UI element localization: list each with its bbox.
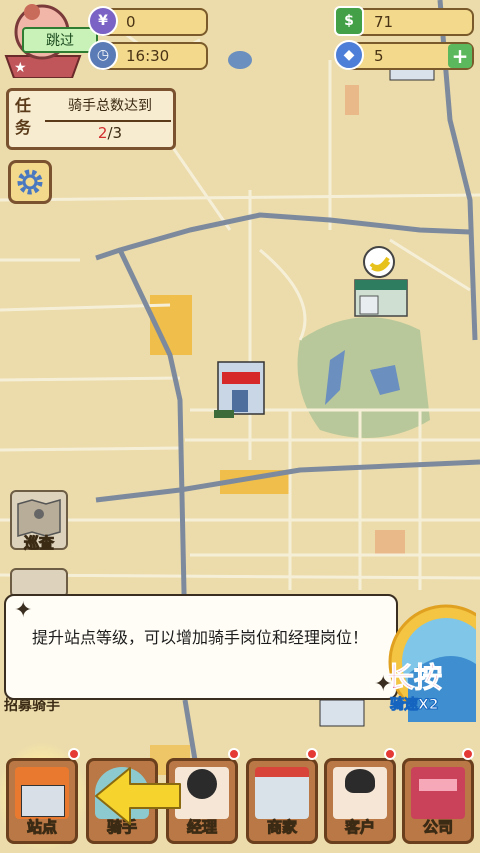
diamond-icon: ◆ [334,40,364,70]
notification-dot [306,748,318,760]
svg-text:★: ★ [14,60,27,76]
nav-customer[interactable]: 客户 [324,758,396,844]
tutorial-dialog[interactable]: ✦ 提升站点等级，可以增加骑手岗位和经理岗位！ ✦ [4,594,398,700]
nav-company[interactable]: 公司 [402,758,474,844]
coin-icon: ¥ [88,6,118,36]
dialog-message: 提升站点等级，可以增加骑手岗位和经理岗位！ [32,628,369,647]
nav-label: 商家 [266,818,297,837]
speed-boost-label: 骑速X2 [390,697,440,714]
customer-icon [333,767,387,819]
task-title: 骑手总数达到 [68,98,152,114]
time-text: 16:30 [126,47,170,65]
sparkle-icon: ✦ [14,598,33,623]
nav-label: 客户 [344,818,375,837]
notification-dot [462,748,474,760]
add-diamond-button[interactable]: + [448,44,472,68]
nav-label: 公司 [422,818,453,837]
nav-label: 站点 [26,818,57,837]
task-progress: 2/3 [97,124,123,142]
pointer-arrow-icon [95,767,181,825]
nav-station[interactable]: 站点 [6,758,78,844]
gear-icon [17,169,43,195]
merchant-icon [255,767,309,819]
notification-dot [228,748,240,760]
nav-merchant[interactable]: 商家 [246,758,318,844]
task-side-label: 任务 [14,96,31,137]
settings-button[interactable] [8,160,52,204]
task-divider [45,120,171,122]
long-press-label: 长按 [385,661,443,695]
diamond-count: 5 [374,47,384,65]
skip-button[interactable]: 跳过 [22,27,98,53]
company-icon [411,767,465,819]
notification-dot [68,748,80,760]
cash-count: 71 [374,13,394,31]
station-icon [15,767,69,819]
cash-icon: $ [334,6,364,36]
clock-icon: ◷ [88,40,118,70]
patrol-label: 巡查 [23,534,54,553]
notification-dot [384,748,396,760]
task-panel[interactable]: 任务 骑手总数达到 2/3 [6,88,176,150]
coin-count: 0 [126,13,136,31]
